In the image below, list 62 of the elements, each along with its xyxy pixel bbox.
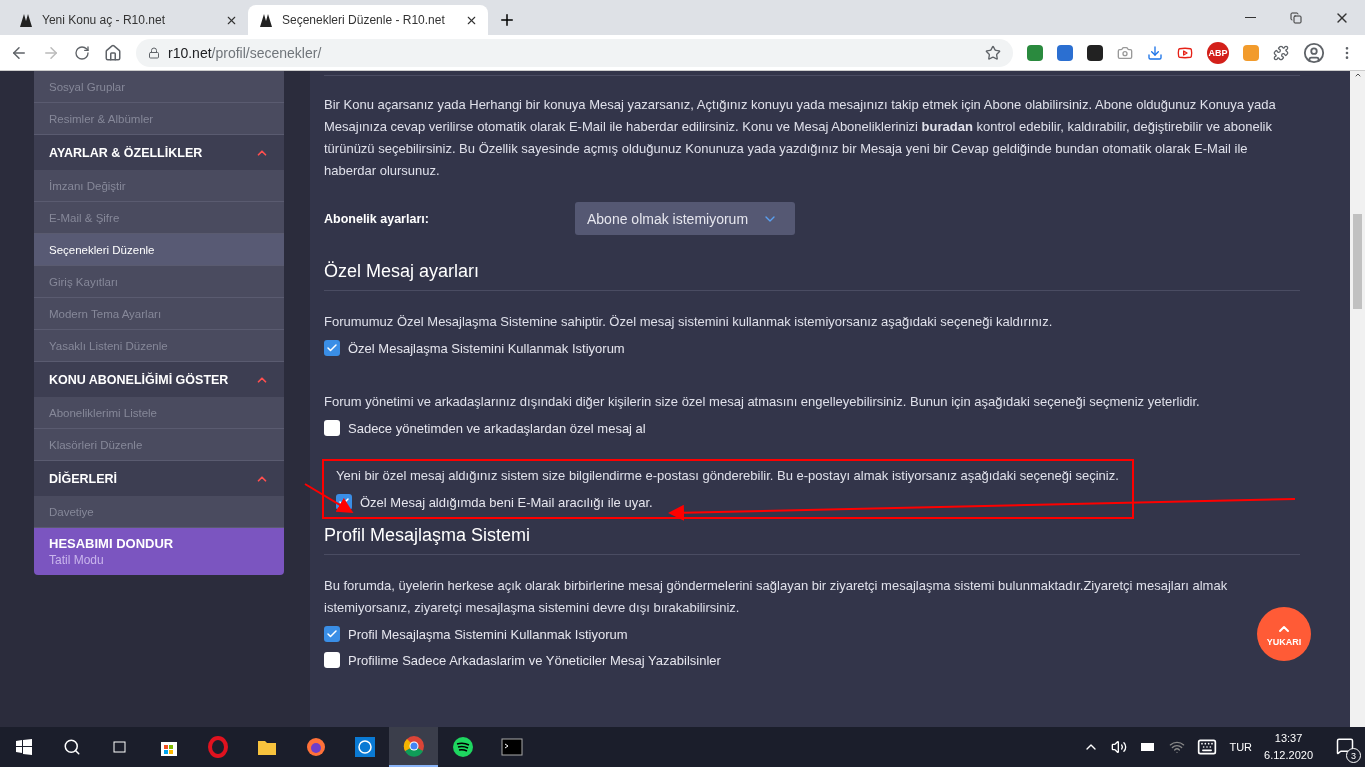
field-label: Abonelik ayarları: — [324, 211, 430, 226]
language-indicator[interactable]: TUR — [1229, 741, 1253, 753]
checkbox[interactable] — [324, 626, 340, 642]
section-heading: Özel Mesaj ayarları — [324, 255, 1300, 291]
camera-icon[interactable] — [1117, 44, 1133, 61]
message-icon — [1336, 736, 1354, 755]
promo-subtitle: Tatil Modu — [49, 553, 105, 567]
search-icon — [63, 738, 81, 756]
checkbox[interactable] — [324, 652, 340, 668]
extension-icon[interactable] — [1087, 44, 1103, 61]
option-description: Bu forumda, üyelerin herkese açık olarak birbirlerine mesaj göndermelerini sağlayan bir ziyaretçi mesajlaşma sistemi bulunmaktadır.Ziyaretçi mesajları almak istemiyorsanız, ziyaretçi mesajlaşma sistemini devre dışı bırakabilirsiniz. — [324, 577, 1229, 617]
keyboard-icon[interactable] — [1197, 737, 1218, 757]
check-icon — [326, 342, 338, 354]
sidebar-item[interactable]: Seçenekleri Düzenle — [34, 234, 284, 266]
ring-icon — [206, 736, 229, 758]
terminal-icon — [500, 736, 523, 758]
minimize-icon — [1244, 17, 1256, 18]
option-description: Yeni bir özel mesaj aldığınız sistem size bilgilendirme e-postası gönderebilir. Bu e-postayı almak istiyorsanız aşağıdaki seçeneği seçiniz. — [336, 467, 1120, 485]
promo-title: HESABIMI DONDUR — [49, 536, 175, 551]
check-icon — [326, 628, 338, 640]
sound-waves-icon — [451, 736, 474, 758]
extensions-icon[interactable] — [1273, 44, 1289, 61]
star-icon[interactable] — [985, 44, 1001, 61]
restore-icon — [1290, 11, 1302, 24]
lock-icon — [148, 46, 160, 59]
description-paragraph: Bir Konu açarsanız yada Herhangi bir konuya Mesaj yazarsanız, Açtığınız konuyu yada mesajınızı takip etmek için Abone olabilirsiniz. Abone olduğunuz Konuya yada Mesajınıza cevap verilirse otomatik olarak E-Mail ile haberdar edilirsiniz. Konu ve Mesaj Aboneliklerinizi buradan kontrol edebilir, kaldırabilir, değiştirebilir ve abonelik türünüzü seçebilirsiniz. Bu Özellik sayesinde açmış olduğunuz Konunuza yada yazdığınız bir Mesaja yeni bir Cevap geldiğinde bundan otomatik olarak E-Mail ile haberdar olursunuz. — [324, 96, 1277, 180]
download-icon[interactable] — [1147, 44, 1163, 61]
section-heading: Profil Mesajlaşma Sistemi — [324, 519, 1300, 555]
wifi-icon[interactable] — [1169, 739, 1186, 755]
checkbox-label: Profil Mesajlaşma Sistemini Kullanmak Istiyorum — [348, 626, 628, 642]
checkbox-label: Profilime Sadece Arkadaslarim ve Yöneticiler Mesaj Yazabilsinler — [348, 652, 721, 668]
home-icon[interactable] — [104, 43, 122, 62]
option-description: Forumumuz Özel Mesajlaşma Sistemine sahiptir. Özel mesaj sistemini kullanmak istemiyorsanız aşağıdaki seçeneği kaldırınız. — [324, 313, 1054, 331]
profile-icon[interactable] — [1303, 41, 1325, 64]
checkbox[interactable] — [324, 420, 340, 436]
taskbar-app-button[interactable] — [389, 727, 438, 767]
address-bar[interactable]: r10.net/profil/secenekler/ — [136, 38, 1013, 67]
notifications-button[interactable]: 3 — [1325, 727, 1365, 767]
volume-icon[interactable] — [1111, 739, 1128, 755]
windows-icon — [16, 739, 32, 755]
task-view-icon — [111, 739, 129, 755]
new-tab-icon[interactable] — [498, 11, 516, 29]
checkbox-label: Özel Mesajlaşma Sistemini Kullanmak Istiyorum — [348, 340, 625, 356]
sidebar-section-header[interactable]: KONU ABONELİĞİMİ GÖSTER — [34, 362, 284, 397]
scroll-up-icon[interactable] — [1353, 71, 1362, 79]
freeze-account-card[interactable]: HESABIMI DONDUR Tatil Modu — [34, 528, 284, 575]
browser-icon — [402, 735, 425, 757]
sidebar-section-header[interactable]: DİĞERLERİ — [34, 461, 284, 496]
checkbox-label: Sadece yönetimden ve arkadaşlardan özel mesaj al — [348, 420, 646, 436]
subscription-dropdown[interactable]: Abone olmak istemiyorum — [575, 202, 795, 235]
adblock-extension-button[interactable]: ABP — [1207, 41, 1229, 64]
browser-tab[interactable]: Seçenekleri Düzenle - R10.net — [248, 5, 488, 35]
scrollbar-thumb[interactable] — [1353, 214, 1362, 309]
sidebar-section-header[interactable]: AYARLAR & ÖZELLİKLER — [34, 135, 284, 170]
browser-tab[interactable]: Yeni Konu aç - R10.net — [8, 5, 248, 35]
checkbox-label: Özel Mesaj aldığımda beni E-Mail aracılığı ile uyar. — [360, 494, 653, 510]
option-description: Forum yönetimi ve arkadaşlarınız dışındaki diğer kişilerin size özel mesaj atmasını engelleyebilirsiniz. Bunun için aşağıdaki seçeneği seçmeniz yeterlidir. — [324, 393, 1201, 411]
clock[interactable]: 13:37 6.12.2020 — [1264, 730, 1313, 764]
notification-count: 3 — [1346, 748, 1361, 763]
scrollbar[interactable] — [1350, 71, 1365, 727]
reload-icon[interactable] — [74, 44, 90, 61]
checkbox[interactable] — [324, 340, 340, 356]
